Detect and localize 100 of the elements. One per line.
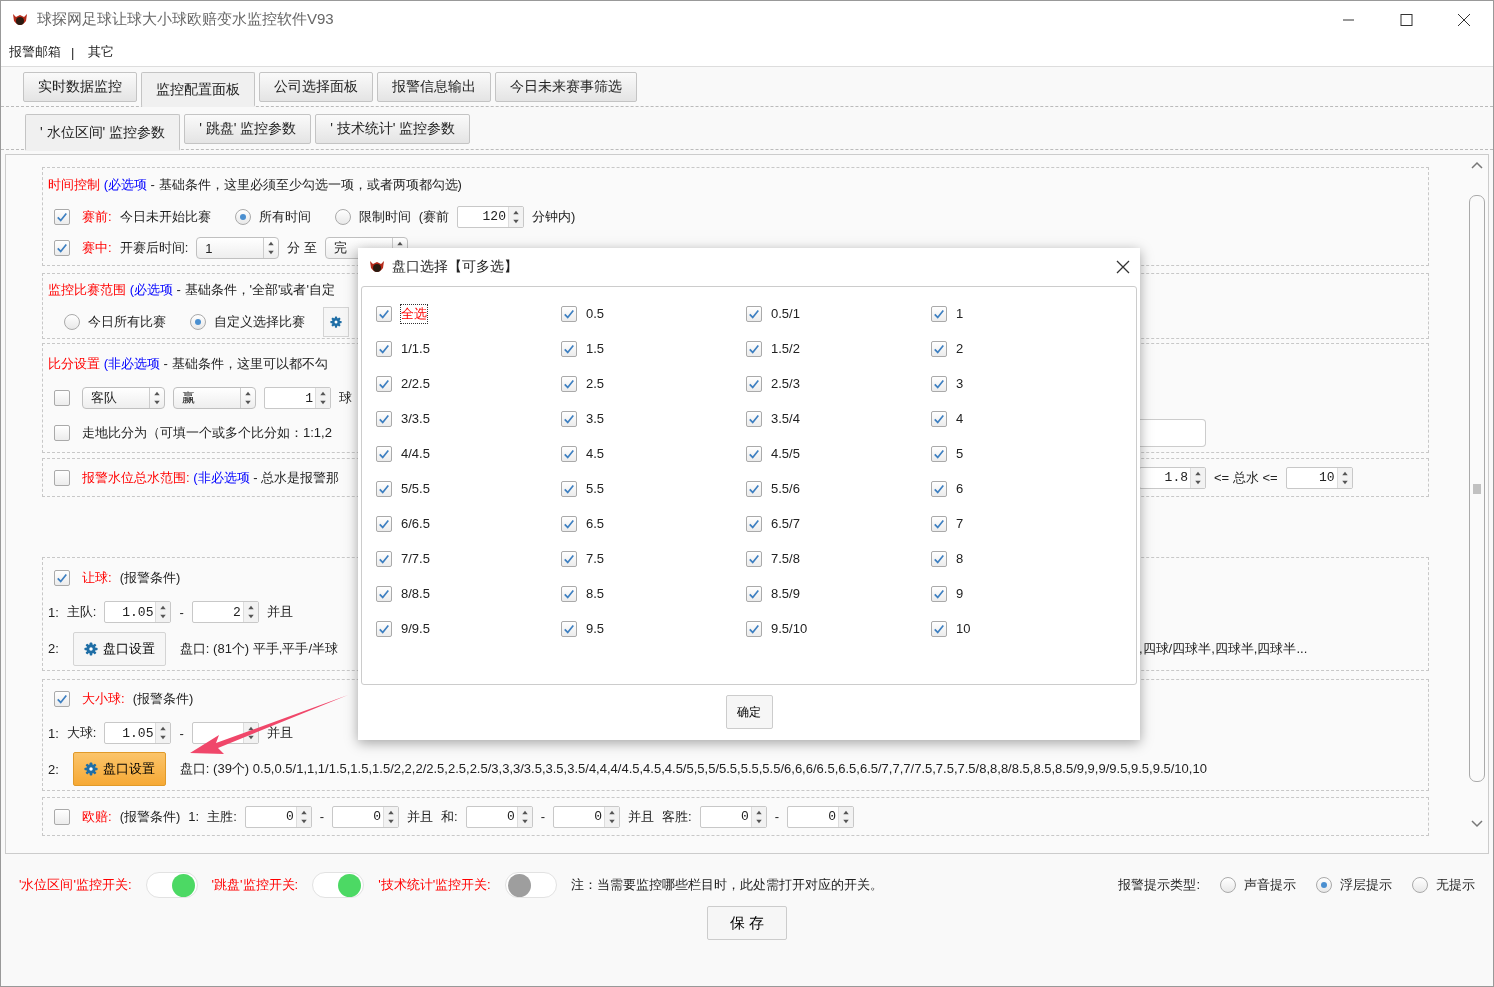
radio-button[interactable] (334, 208, 351, 225)
scroll-up-icon[interactable] (1471, 161, 1483, 169)
number-spinner[interactable]: 0 (553, 805, 621, 828)
checkbox[interactable] (561, 550, 577, 567)
checkbox[interactable] (561, 515, 577, 532)
checkbox[interactable] (746, 410, 762, 427)
radio-button[interactable] (234, 208, 251, 225)
confirm-button[interactable]: 确定 (725, 695, 773, 729)
checkbox[interactable] (931, 375, 947, 392)
spin-arrows-icon[interactable] (1190, 467, 1205, 488)
spin-arrows-icon[interactable] (750, 806, 766, 827)
number-spinner[interactable]: 1.8 (1139, 466, 1206, 489)
tab[interactable]: ' 技术统计' 监控参数 (315, 114, 471, 144)
checkbox[interactable] (376, 550, 392, 567)
checkbox[interactable] (746, 550, 762, 567)
checkbox[interactable] (54, 240, 70, 257)
checkbox[interactable] (376, 480, 392, 497)
spin-arrows-icon[interactable] (516, 806, 532, 827)
settings-button[interactable]: 盘口设置 (72, 752, 166, 786)
number-spinner[interactable]: 1.05 (104, 601, 172, 623)
number-spinner[interactable]: 0 (465, 805, 533, 828)
checkbox[interactable] (931, 480, 947, 497)
tab[interactable]: ' 跳盘' 监控参数 (184, 114, 312, 144)
menu-item[interactable]: 其它 (88, 43, 115, 61)
checkbox[interactable] (54, 390, 70, 406)
tab[interactable]: ' 水位区间' 监控参数 (25, 114, 181, 151)
checkbox[interactable] (746, 445, 762, 462)
checkbox[interactable] (746, 585, 762, 602)
spin-arrows-icon[interactable] (1336, 467, 1352, 488)
checkbox[interactable] (931, 305, 947, 322)
checkbox[interactable] (54, 208, 70, 225)
radio-button[interactable] (1412, 877, 1428, 893)
checkbox[interactable] (54, 424, 70, 441)
dropdown[interactable]: 1 (196, 237, 280, 260)
checkbox[interactable] (746, 515, 762, 532)
number-spinner[interactable]: 120 (456, 205, 524, 228)
checkbox[interactable] (561, 410, 577, 427)
checkbox[interactable] (54, 691, 70, 707)
checkbox[interactable] (376, 585, 392, 602)
checkbox[interactable] (561, 340, 577, 357)
spin-arrows-icon[interactable] (838, 806, 854, 827)
checkbox[interactable] (376, 445, 392, 462)
checkbox[interactable] (54, 569, 70, 586)
scrollbar-thumb[interactable] (1469, 195, 1485, 782)
spin-arrows-icon[interactable] (155, 723, 171, 743)
checkbox[interactable] (561, 445, 577, 462)
spin-arrows-icon[interactable] (383, 806, 399, 827)
checkbox[interactable] (746, 340, 762, 357)
checkbox[interactable] (376, 340, 392, 357)
checkbox[interactable] (561, 375, 577, 392)
spin-arrows-icon[interactable] (242, 602, 258, 622)
settings-button[interactable]: 盘口设置 (72, 631, 166, 666)
spin-arrows-icon[interactable] (295, 806, 311, 827)
checkbox[interactable] (376, 620, 392, 637)
tab[interactable]: 监控配置面板 (141, 72, 255, 107)
checkbox[interactable] (561, 620, 577, 637)
checkbox[interactable] (931, 585, 947, 602)
radio-button[interactable] (1220, 877, 1236, 893)
number-spinner[interactable]: 0 (787, 805, 855, 828)
checkbox[interactable] (561, 305, 577, 322)
checkbox[interactable] (746, 305, 762, 322)
toggle-switch[interactable] (145, 872, 198, 898)
checkbox[interactable] (931, 550, 947, 567)
number-spinner[interactable]: 0 (699, 805, 767, 828)
toggle-switch[interactable] (504, 872, 557, 898)
radio-button[interactable] (1316, 877, 1332, 893)
save-button[interactable]: 保 存 (707, 906, 787, 940)
spin-arrows-icon[interactable] (507, 206, 523, 227)
checkbox[interactable] (746, 375, 762, 392)
spin-arrows-icon[interactable] (315, 388, 330, 408)
checkbox[interactable] (931, 410, 947, 427)
input-field[interactable] (1139, 418, 1206, 447)
checkbox[interactable] (931, 515, 947, 532)
number-spinner[interactable]: 0 (244, 805, 312, 828)
checkbox[interactable] (54, 469, 70, 486)
checkbox[interactable] (376, 515, 392, 532)
checkbox[interactable] (561, 585, 577, 602)
checkbox[interactable] (746, 480, 762, 497)
checkbox[interactable] (931, 445, 947, 462)
number-spinner[interactable]: 1 (264, 387, 331, 409)
toggle-switch[interactable] (312, 872, 365, 898)
checkbox[interactable] (54, 808, 70, 825)
checkbox[interactable] (561, 480, 577, 497)
dropdown[interactable]: 赢 (173, 387, 256, 409)
radio-button[interactable] (64, 313, 80, 330)
checkbox[interactable] (376, 410, 392, 427)
checkbox[interactable] (376, 305, 392, 322)
tab[interactable]: 公司选择面板 (259, 72, 373, 102)
dropdown[interactable]: 客队 (82, 387, 165, 409)
scroll-down-icon[interactable] (1471, 820, 1483, 828)
checkbox[interactable] (931, 340, 947, 357)
tab[interactable]: 今日未来赛事筛选 (495, 72, 637, 102)
checkbox[interactable] (376, 375, 392, 392)
close-icon[interactable] (1116, 260, 1130, 274)
number-spinner[interactable]: 1.05 (104, 722, 172, 744)
spin-arrows-icon[interactable] (155, 602, 171, 622)
tab[interactable]: 报警信息输出 (377, 72, 491, 102)
menu-item[interactable]: 报警邮箱 (9, 43, 61, 61)
number-spinner[interactable]: 2 (191, 601, 259, 623)
tab[interactable]: 实时数据监控 (23, 72, 137, 102)
